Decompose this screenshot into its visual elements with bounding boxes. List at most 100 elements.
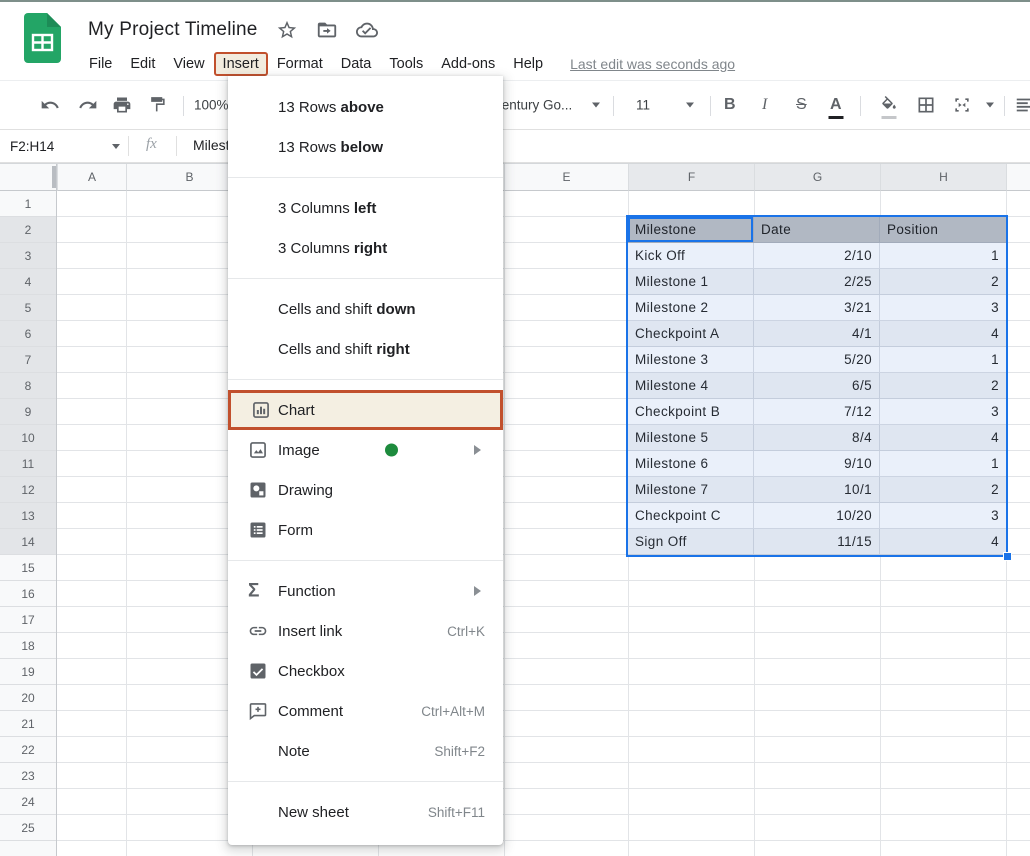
row-header-10[interactable]: 10 [0,425,56,451]
table-header-cell-milestone[interactable]: Milestone [628,217,754,243]
font-size-caret-icon[interactable] [686,103,694,108]
redo-icon[interactable] [78,95,98,115]
row-header-partial[interactable] [0,841,56,856]
column-header-F[interactable]: F [628,164,754,191]
row-header-16[interactable]: 16 [0,581,56,607]
table-cell-position[interactable]: 4 [880,321,1006,347]
menubar-item-file[interactable]: File [80,52,121,76]
table-cell-milestone[interactable]: Sign Off [628,529,754,555]
menu-item-13-rows-below[interactable]: 13 Rows below [228,127,503,167]
table-cell-date[interactable]: 4/1 [754,321,880,347]
menubar-item-tools[interactable]: Tools [380,52,432,76]
menu-item-image[interactable]: Image [228,430,503,470]
table-cell-position[interactable]: 4 [880,425,1006,451]
fill-color-icon[interactable] [880,96,898,114]
table-cell-date[interactable]: 11/15 [754,529,880,555]
menu-item-new-sheet[interactable]: New sheetShift+F11 [228,792,503,832]
row-header-25[interactable]: 25 [0,815,56,841]
table-cell-date[interactable]: 3/21 [754,295,880,321]
table-cell-position[interactable]: 1 [880,347,1006,373]
table-cell-position[interactable]: 4 [880,529,1006,555]
row-header-3[interactable]: 3 [0,243,56,269]
table-cell-position[interactable]: 2 [880,477,1006,503]
bold-button[interactable]: B [724,96,736,114]
italic-button[interactable]: I [762,96,767,114]
table-cell-milestone[interactable]: Milestone 4 [628,373,754,399]
menubar-item-data[interactable]: Data [332,52,381,76]
strikethrough-button[interactable]: S [796,96,807,114]
row-header-24[interactable]: 24 [0,789,56,815]
select-all-corner[interactable] [0,164,57,191]
table-header-cell-date[interactable]: Date [754,217,880,243]
row-header-15[interactable]: 15 [0,555,56,581]
table-cell-milestone[interactable]: Milestone 7 [628,477,754,503]
menu-item-comment[interactable]: CommentCtrl+Alt+M [228,691,503,731]
row-header-7[interactable]: 7 [0,347,56,373]
column-header-H[interactable]: H [880,164,1006,191]
table-cell-milestone[interactable]: Milestone 2 [628,295,754,321]
document-title[interactable]: My Project Timeline [88,19,258,41]
table-cell-milestone[interactable]: Checkpoint B [628,399,754,425]
row-header-17[interactable]: 17 [0,607,56,633]
zoom-level[interactable]: 100% [194,98,229,113]
text-color-button[interactable]: A [830,96,842,114]
column-header-E[interactable]: E [504,164,628,191]
undo-icon[interactable] [40,95,60,115]
row-header-14[interactable]: 14 [0,529,56,555]
row-header-13[interactable]: 13 [0,503,56,529]
merge-cells-caret-icon[interactable] [986,103,994,108]
table-cell-position[interactable]: 1 [880,243,1006,269]
row-header-23[interactable]: 23 [0,763,56,789]
menubar-item-insert[interactable]: Insert [214,52,268,76]
column-header-A[interactable]: A [57,164,126,191]
row-header-11[interactable]: 11 [0,451,56,477]
menu-item-checkbox[interactable]: Checkbox [228,651,503,691]
row-header-19[interactable]: 19 [0,659,56,685]
table-cell-date[interactable]: 10/20 [754,503,880,529]
menu-item-note[interactable]: NoteShift+F2 [228,731,503,771]
row-header-5[interactable]: 5 [0,295,56,321]
column-header-partial[interactable] [1006,164,1030,191]
table-cell-date[interactable]: 7/12 [754,399,880,425]
name-box[interactable]: F2:H14 [10,130,54,162]
table-cell-date[interactable]: 9/10 [754,451,880,477]
print-icon[interactable] [112,95,132,115]
table-cell-position[interactable]: 2 [880,269,1006,295]
spreadsheet-grid[interactable]: 1234567891011121314151617181920212223242… [0,163,1030,856]
menubar-item-format[interactable]: Format [268,52,332,76]
paint-format-icon[interactable] [148,96,167,115]
borders-icon[interactable] [916,95,936,115]
table-cell-milestone[interactable]: Kick Off [628,243,754,269]
table-cell-position[interactable]: 3 [880,295,1006,321]
row-header-21[interactable]: 21 [0,711,56,737]
table-cell-milestone[interactable]: Checkpoint C [628,503,754,529]
row-header-12[interactable]: 12 [0,477,56,503]
table-header-cell-position[interactable]: Position [880,217,1006,243]
row-header-18[interactable]: 18 [0,633,56,659]
row-header-1[interactable]: 1 [0,191,56,217]
table-cell-date[interactable]: 5/20 [754,347,880,373]
table-cell-milestone[interactable]: Milestone 6 [628,451,754,477]
table-cell-position[interactable]: 3 [880,503,1006,529]
last-edit-status[interactable]: Last edit was seconds ago [570,56,735,72]
table-cell-date[interactable]: 6/5 [754,373,880,399]
table-cell-position[interactable]: 1 [880,451,1006,477]
menubar-item-help[interactable]: Help [504,52,552,76]
menu-item-chart[interactable]: Chart [228,390,503,430]
menu-item-drawing[interactable]: Drawing [228,470,503,510]
font-name-select[interactable]: Century Go... [492,98,572,113]
menu-item-function[interactable]: ΣFunction [228,571,503,611]
name-box-caret-icon[interactable] [112,144,120,149]
table-cell-milestone[interactable]: Checkpoint A [628,321,754,347]
row-header-4[interactable]: 4 [0,269,56,295]
row-header-8[interactable]: 8 [0,373,56,399]
row-header-20[interactable]: 20 [0,685,56,711]
menu-item-cells-and-shift-down[interactable]: Cells and shift down [228,289,503,329]
cloud-check-icon[interactable] [356,19,378,41]
font-name-caret-icon[interactable] [592,103,600,108]
table-cell-date[interactable]: 2/10 [754,243,880,269]
folder-move-icon[interactable] [316,19,338,41]
table-cell-position[interactable]: 3 [880,399,1006,425]
menu-item-form[interactable]: Form [228,510,503,550]
row-header-22[interactable]: 22 [0,737,56,763]
